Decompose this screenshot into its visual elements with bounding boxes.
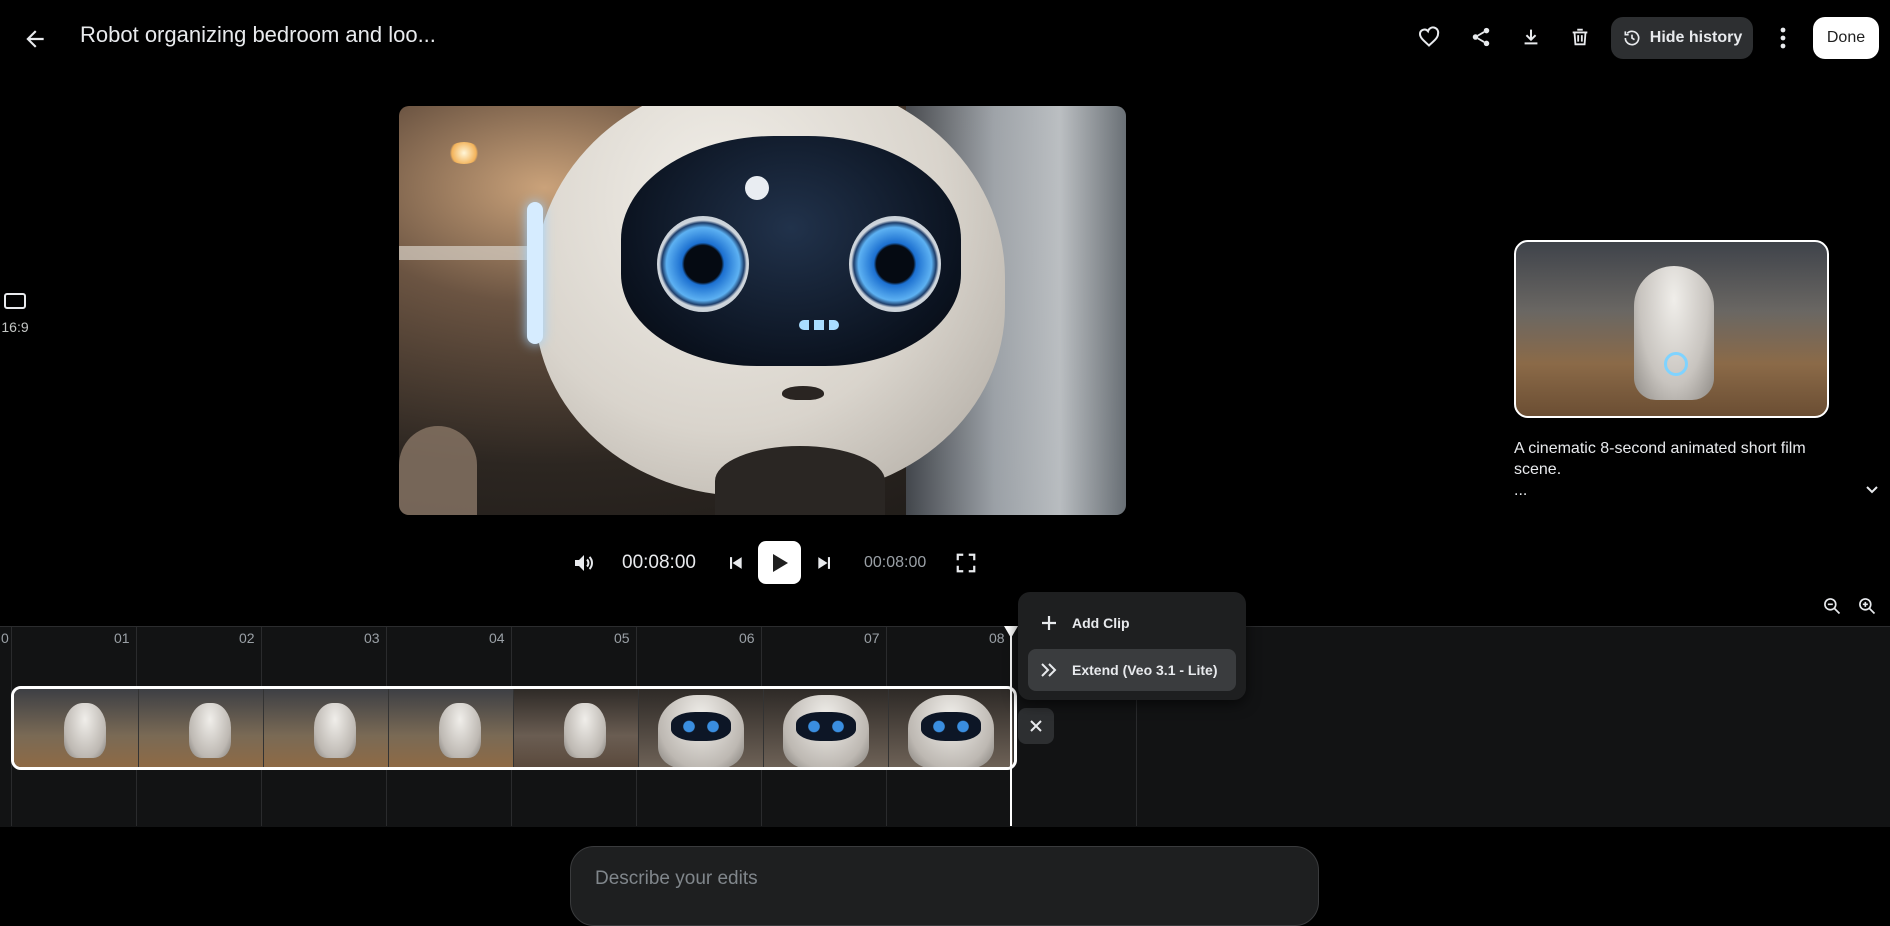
more-options-button[interactable]	[1768, 22, 1798, 54]
plus-icon	[1042, 616, 1056, 630]
delete-button[interactable]	[1565, 22, 1595, 52]
extend-label: Extend (Veo 3.1 - Lite)	[1072, 662, 1218, 678]
arrow-back-icon	[26, 30, 44, 48]
robot-ear-light	[527, 202, 543, 344]
skip-previous-icon	[730, 557, 742, 569]
download-icon	[1524, 29, 1538, 45]
playhead[interactable]	[1010, 626, 1012, 826]
robot-neck	[715, 446, 885, 515]
aspect-ratio-icon	[4, 292, 26, 309]
description-more: ...	[1514, 482, 1528, 499]
clip-menu: Add Clip Extend (Veo 3.1 - Lite)	[1018, 592, 1246, 700]
download-button[interactable]	[1516, 22, 1546, 52]
zoom-in-icon	[1859, 598, 1876, 615]
play-icon	[772, 553, 788, 572]
timeline-tick-label: 07	[864, 630, 880, 646]
timeline-tick-label: 04	[489, 630, 505, 646]
clip-frame	[14, 689, 139, 767]
timeline-tick-label: 06	[739, 630, 755, 646]
clip-frame	[639, 689, 764, 767]
volume-icon	[575, 555, 593, 571]
chevron-down-icon	[1866, 486, 1878, 494]
robot-figure	[1634, 266, 1714, 400]
fullscreen-icon	[956, 553, 976, 573]
extend-menu-item[interactable]: Extend (Veo 3.1 - Lite)	[1028, 649, 1236, 691]
clip-frame	[889, 689, 1014, 767]
robot-eye-right	[849, 216, 941, 312]
more-vert-icon	[1780, 27, 1786, 49]
aspect-ratio-button[interactable]: 16:9	[0, 288, 30, 338]
zoom-out-icon	[1824, 598, 1841, 615]
play-button[interactable]	[758, 541, 801, 584]
timeline-tick-label: 02	[239, 630, 255, 646]
robot-mouth	[782, 386, 824, 400]
expand-description-button[interactable]	[1860, 478, 1884, 502]
robot-leds	[799, 320, 839, 330]
zoom-in-button[interactable]	[1853, 592, 1881, 620]
skip-next-button[interactable]	[810, 548, 840, 578]
add-clip-label: Add Clip	[1072, 615, 1130, 631]
history-thumbnail[interactable]	[1514, 240, 1829, 418]
timeline-tick-label: 01	[114, 630, 130, 646]
clip-frame	[514, 689, 639, 767]
total-time: 00:08:00	[864, 554, 927, 571]
hide-history-label: Hide history	[1649, 29, 1743, 46]
page-title: Robot organizing bedroom and loo...	[80, 22, 436, 47]
current-time: 00:08:00	[622, 552, 696, 573]
share-button[interactable]	[1466, 22, 1496, 52]
skip-next-icon	[818, 557, 830, 569]
trash-icon	[1572, 28, 1588, 46]
aspect-ratio-label: 16:9	[1, 318, 29, 335]
timeline-tick-label: 05	[614, 630, 630, 646]
hide-history-button[interactable]: Hide history	[1611, 17, 1753, 59]
lamp	[447, 142, 481, 164]
history-icon	[1624, 30, 1640, 46]
clip-frame	[389, 689, 514, 767]
clip-frame	[139, 689, 264, 767]
clip-frame	[264, 689, 389, 767]
description-line-1: A cinematic 8-second animated short film	[1514, 440, 1806, 457]
zoom-out-button[interactable]	[1818, 592, 1846, 620]
clip-frame	[764, 689, 889, 767]
timeline-tick-label: 0	[1, 630, 9, 646]
heart-icon	[1418, 26, 1440, 47]
prompt-box	[570, 846, 1319, 926]
close-icon	[1030, 720, 1042, 732]
volume-button[interactable]	[568, 548, 600, 578]
fullscreen-button[interactable]	[950, 548, 982, 578]
done-button[interactable]: Done	[1813, 17, 1879, 59]
back-button[interactable]	[18, 22, 52, 56]
moon-reflection	[745, 176, 769, 200]
playhead-handle[interactable]	[1004, 626, 1018, 638]
close-menu-button[interactable]	[1018, 708, 1054, 744]
skip-previous-button[interactable]	[720, 548, 750, 578]
timeline-tick-label: 03	[364, 630, 380, 646]
describe-edits-input[interactable]	[593, 867, 1237, 891]
double-chevron-right-icon	[1041, 663, 1057, 677]
teddy-bear	[399, 426, 477, 515]
favorite-button[interactable]	[1414, 22, 1444, 52]
robot-eye-left	[657, 216, 749, 312]
video-preview[interactable]	[399, 106, 1126, 515]
description-line-2: scene.	[1514, 461, 1562, 478]
history-description: A cinematic 8-second animated short film…	[1514, 438, 1814, 501]
timeline-tick-label: 08	[989, 630, 1005, 646]
share-icon	[1472, 27, 1490, 47]
add-clip-menu-item[interactable]: Add Clip	[1028, 602, 1236, 644]
timeline-clip[interactable]	[11, 686, 1017, 770]
